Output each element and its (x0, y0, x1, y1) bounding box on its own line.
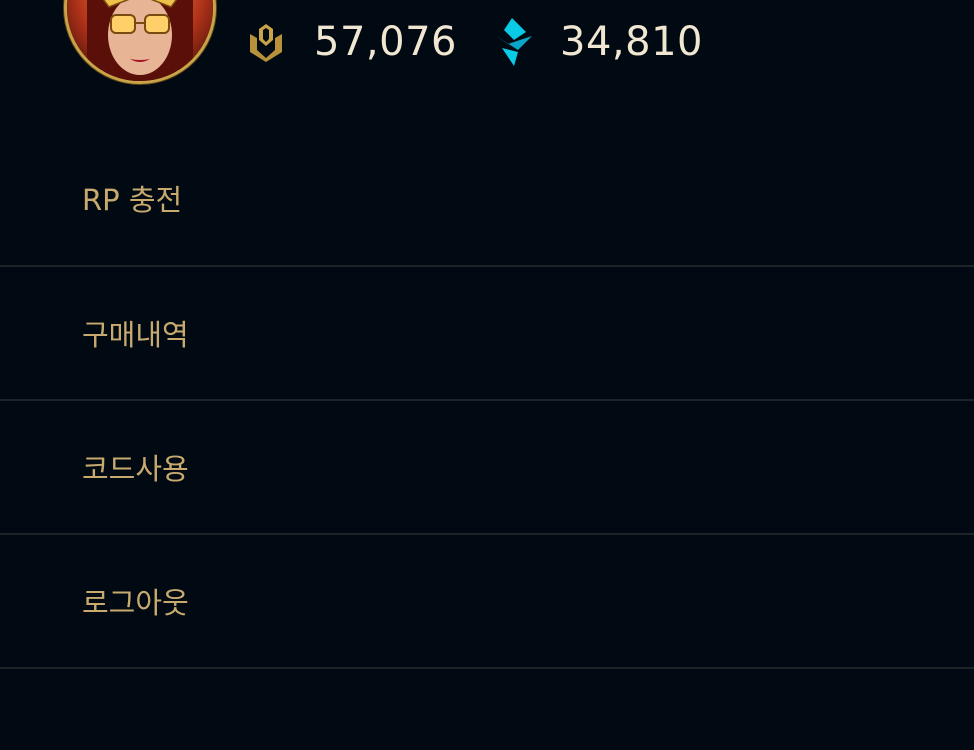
blue-essence-icon (492, 16, 536, 68)
rp-amount: 57,076 (314, 19, 457, 65)
account-header: 57,076 34,810 (0, 0, 974, 130)
store-account-screen: 57,076 34,810 RP 충전 구매내역 코드사용 로그아웃 (0, 0, 974, 750)
account-menu: RP 충전 구매내역 코드사용 로그아웃 (0, 130, 974, 669)
menu-item-label: 구매내역 (82, 318, 189, 352)
menu-item-rp-recharge[interactable]: RP 충전 (0, 130, 974, 267)
menu-item-redeem-code[interactable]: 코드사용 (0, 401, 974, 535)
avatar[interactable] (64, 0, 216, 84)
avatar-portrait-icon (67, 0, 213, 81)
be-amount: 34,810 (560, 19, 703, 65)
rp-balance: 57,076 (244, 14, 457, 70)
riot-points-icon (244, 16, 288, 68)
menu-item-label: RP 충전 (82, 182, 183, 217)
menu-item-label: 코드사용 (82, 452, 189, 486)
be-balance: 34,810 (492, 14, 703, 70)
menu-item-purchase-history[interactable]: 구매내역 (0, 267, 974, 401)
menu-item-logout[interactable]: 로그아웃 (0, 535, 974, 669)
menu-item-label: 로그아웃 (82, 586, 189, 620)
